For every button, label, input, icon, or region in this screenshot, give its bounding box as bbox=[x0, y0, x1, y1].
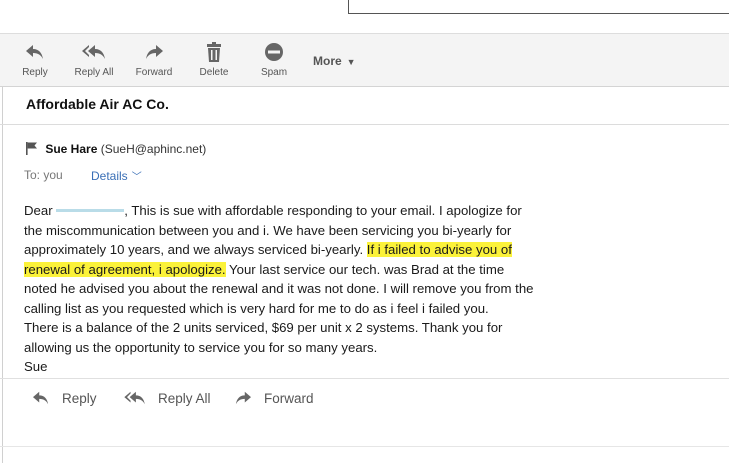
divider bbox=[0, 446, 729, 447]
footer-actions bbox=[0, 378, 729, 421]
chevron-down-icon: ▼ bbox=[346, 57, 356, 67]
redacted-name bbox=[56, 204, 125, 217]
footer-reply-all-button[interactable]: Reply All bbox=[124, 390, 211, 406]
email-subject: Affordable Air AC Co. bbox=[26, 96, 169, 112]
reply-all-icon bbox=[124, 391, 145, 405]
body-line: the miscommunication between you and i. … bbox=[24, 222, 512, 238]
reply-all-label: Reply All bbox=[74, 67, 114, 78]
recipient-row: To: you bbox=[24, 168, 63, 182]
body-line: renewal of agreement, i apologize. Your … bbox=[24, 260, 624, 280]
body-line: Dear , This is sue with affordable respo… bbox=[24, 201, 624, 221]
body-line: approximately 10 years, and we always se… bbox=[24, 240, 624, 260]
signature: Sue bbox=[24, 359, 48, 374]
footer-reply-button[interactable]: Reply bbox=[32, 390, 97, 406]
sender-row: Sue Hare (SueH@aphinc.net) bbox=[26, 142, 206, 158]
forward-label: Forward bbox=[135, 67, 173, 78]
highlighted-text: renewal of agreement, i apologize. bbox=[24, 261, 226, 277]
delete-button[interactable]: Delete bbox=[197, 40, 231, 78]
forward-icon bbox=[135, 40, 173, 64]
reply-all-button[interactable]: Reply All bbox=[73, 40, 115, 78]
body-line: calling list as you requested which is v… bbox=[24, 300, 489, 316]
body-text-segment: Dear bbox=[24, 203, 53, 218]
body-text-segment: Your last service our tech. was Brad at … bbox=[225, 261, 505, 277]
details-label: Details bbox=[91, 169, 128, 183]
forward-button[interactable]: Forward bbox=[135, 40, 173, 78]
flag-icon[interactable] bbox=[26, 142, 38, 158]
body-line: allowing us the opportunity to service y… bbox=[24, 339, 378, 355]
delete-label: Delete bbox=[199, 67, 229, 78]
top-window-frame bbox=[348, 0, 729, 14]
sender-name: Sue Hare bbox=[45, 142, 98, 157]
email-body: Dear , This is sue with affordable respo… bbox=[24, 201, 624, 377]
spam-icon bbox=[258, 40, 290, 64]
body-line: noted he advised you about the renewal a… bbox=[24, 281, 534, 296]
spam-label: Spam bbox=[260, 67, 288, 78]
reply-icon bbox=[20, 40, 50, 64]
to-label: To: bbox=[24, 168, 41, 182]
sender-email: (SueH@aphinc.net) bbox=[100, 142, 207, 157]
trash-icon bbox=[197, 40, 231, 64]
footer-forward-button[interactable]: Forward bbox=[234, 390, 314, 406]
chevron-down-icon: ﹀ bbox=[131, 172, 142, 183]
body-line: There is a balance of the 2 units servic… bbox=[24, 320, 503, 335]
reply-all-icon bbox=[73, 40, 115, 64]
reply-button[interactable]: Reply bbox=[20, 40, 50, 78]
body-text-segment: approximately 10 years, and we always se… bbox=[24, 242, 367, 257]
details-toggle[interactable]: Details ﹀ bbox=[91, 168, 142, 183]
footer-reply-label: Reply bbox=[62, 390, 97, 406]
spam-button[interactable]: Spam bbox=[258, 40, 290, 78]
toolbar: Reply Reply All Forward Delete Spam More… bbox=[0, 33, 729, 87]
highlighted-text: If i failed to advise you of bbox=[366, 242, 512, 257]
body-text-segment: , This is sue with affordable responding… bbox=[124, 203, 522, 218]
to-value: you bbox=[43, 168, 63, 182]
reply-label: Reply bbox=[22, 67, 48, 78]
footer-forward-label: Forward bbox=[264, 390, 314, 406]
more-label: More bbox=[313, 54, 342, 68]
reply-icon bbox=[33, 391, 49, 405]
more-menu-button[interactable]: More ▼ bbox=[313, 54, 356, 68]
forward-icon bbox=[235, 391, 251, 405]
footer-reply-all-label: Reply All bbox=[158, 390, 211, 406]
